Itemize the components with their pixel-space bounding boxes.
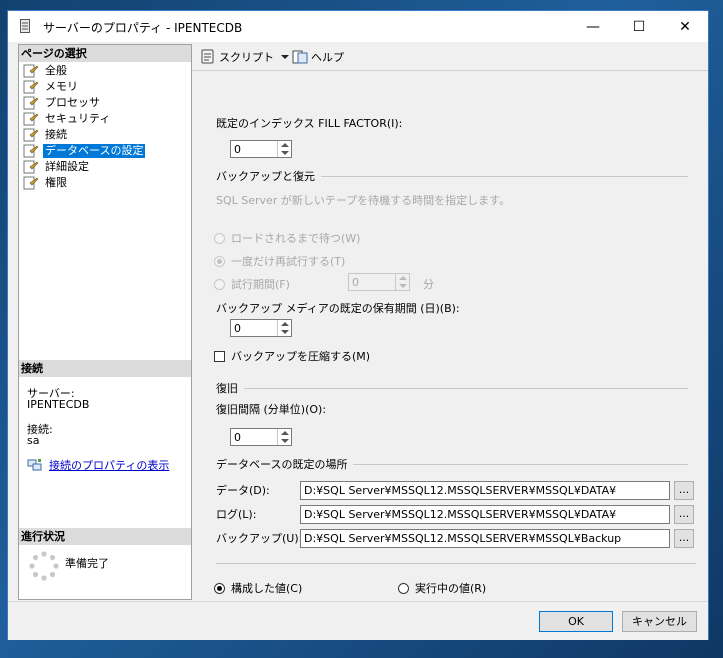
database-settings-panel: 既定のインデックス FILL FACTOR(I): 0 バックアップと復元 SQ…	[192, 71, 708, 600]
maximize-button[interactable]: ☐	[616, 11, 662, 42]
nav-item-processor[interactable]: プロセッサ	[23, 95, 102, 110]
progress-spinner-icon	[29, 551, 59, 581]
radio-retry-once[interactable]: 一度だけ再試行する(T)	[214, 253, 345, 269]
view-connection-properties-link[interactable]: 接続のプロパティの表示	[27, 457, 169, 473]
nav-item-general[interactable]: 全般	[23, 63, 69, 78]
page-wrench-icon	[23, 96, 39, 109]
left-pane: ページの選択 全般 メモリ プロセッサ セキュリティ 接続 データベースの設定 …	[18, 44, 192, 600]
radio-configured-values[interactable]: 構成した値(C)	[214, 580, 302, 596]
trial-period-value: 0	[352, 276, 359, 289]
radio-trial-period-label: 試行期間(F)	[231, 278, 290, 291]
radio-trial-period[interactable]: 試行期間(F)	[214, 276, 290, 292]
help-icon	[292, 50, 308, 64]
title-bar[interactable]: サーバーのプロパティ - IPENTECDB — ☐ ✕	[8, 11, 708, 42]
fill-factor-value: 0	[234, 143, 241, 156]
toolbar: スクリプト ヘルプ	[192, 44, 708, 71]
compress-backup-checkbox[interactable]: バックアップを圧縮する(M)	[214, 348, 370, 364]
dialog-button-bar: OK キャンセル	[8, 601, 708, 640]
nav-item-security[interactable]: セキュリティ	[23, 111, 112, 126]
radio-running-label: 実行中の値(R)	[415, 582, 487, 595]
tape-wait-description: SQL Server が新しいテープを待機する時間を指定します。	[216, 194, 511, 207]
window-title: サーバーのプロパティ - IPENTECDB	[43, 21, 243, 35]
backup-browse-button[interactable]: ...	[674, 529, 694, 548]
page-wrench-icon	[23, 160, 39, 173]
db-locations-group-title: データベースの既定の場所	[216, 456, 688, 472]
page-wrench-icon	[23, 80, 39, 93]
ok-button[interactable]: OK	[539, 611, 613, 632]
nav-item-advanced[interactable]: 詳細設定	[23, 159, 91, 174]
progress-status: 準備完了	[65, 557, 109, 570]
radio-running-values[interactable]: 実行中の値(R)	[398, 580, 486, 596]
log-browse-button[interactable]: ...	[674, 505, 694, 524]
page-wrench-icon	[23, 176, 39, 189]
script-label: スクリプト	[219, 51, 274, 64]
help-button[interactable]: ヘルプ	[292, 49, 344, 65]
radio-configured-label: 構成した値(C)	[231, 582, 303, 595]
recovery-group-title: 復旧	[216, 380, 688, 396]
cancel-button[interactable]: キャンセル	[622, 611, 697, 632]
script-button[interactable]: スクリプト	[200, 49, 290, 65]
recovery-interval-value: 0	[234, 431, 241, 444]
recovery-interval-spinner[interactable]: 0	[230, 428, 292, 446]
backup-restore-title: バックアップと復元	[216, 170, 315, 183]
spinner-arrows[interactable]	[277, 141, 291, 157]
data-location-label: データ(D):	[216, 484, 270, 497]
spinner-arrows[interactable]	[395, 274, 409, 290]
data-browse-button[interactable]: ...	[674, 481, 694, 500]
nav-item-label: セキュリティ	[45, 111, 111, 125]
server-app-icon	[20, 19, 30, 33]
minimize-button[interactable]: —	[570, 11, 616, 42]
progress-header: 進行状況	[19, 528, 191, 545]
fill-factor-label: 既定のインデックス FILL FACTOR(I):	[216, 117, 403, 130]
nav-item-label: 全般	[45, 63, 67, 77]
retention-spinner[interactable]: 0	[230, 319, 292, 337]
nav-item-permissions[interactable]: 権限	[23, 175, 69, 190]
page-select-header: ページの選択	[19, 45, 191, 62]
backup-restore-group-title: バックアップと復元	[216, 168, 688, 184]
radio-wait-until-loaded-label: ロードされるまで待つ(W)	[231, 232, 361, 245]
page-wrench-icon	[23, 128, 39, 141]
nav-item-memory[interactable]: メモリ	[23, 79, 80, 94]
recovery-title: 復旧	[216, 382, 238, 395]
nav-item-label: 詳細設定	[45, 159, 89, 173]
nav-item-connections[interactable]: 接続	[23, 127, 69, 142]
connection-properties-icon	[27, 459, 42, 471]
retention-label: バックアップ メディアの既定の保有期間 (日)(B):	[216, 302, 460, 315]
page-wrench-icon	[23, 112, 39, 125]
fill-factor-spinner[interactable]: 0	[230, 140, 292, 158]
help-label: ヘルプ	[311, 51, 344, 64]
backup-location-input[interactable]: D:¥SQL Server¥MSSQL12.MSSQLSERVER¥MSSQL¥…	[300, 529, 670, 548]
connection-value: sa	[27, 434, 40, 447]
retention-value: 0	[234, 322, 241, 335]
trial-period-unit: 分	[423, 278, 434, 291]
spinner-arrows[interactable]	[277, 320, 291, 336]
page-wrench-icon	[23, 144, 39, 157]
compress-backup-label: バックアップを圧縮する(M)	[231, 350, 371, 363]
trial-period-spinner[interactable]: 0	[348, 273, 410, 291]
nav-item-label: データベースの設定	[43, 143, 146, 158]
dropdown-arrow-icon[interactable]	[280, 52, 290, 62]
page-wrench-icon	[23, 64, 39, 77]
log-location-input[interactable]: D:¥SQL Server¥MSSQL12.MSSQLSERVER¥MSSQL¥…	[300, 505, 670, 524]
server-properties-dialog: サーバーのプロパティ - IPENTECDB — ☐ ✕ ページの選択 全般 メ…	[7, 10, 709, 640]
nav-item-label: 権限	[45, 175, 67, 189]
connection-header: 接続	[19, 360, 191, 377]
backup-location-label: バックアップ(U):	[216, 532, 303, 545]
spinner-arrows[interactable]	[277, 429, 291, 445]
log-location-label: ログ(L):	[216, 508, 257, 521]
close-button[interactable]: ✕	[662, 11, 708, 42]
nav-item-label: メモリ	[45, 79, 78, 93]
connection-link-label: 接続のプロパティの表示	[49, 459, 170, 472]
radio-wait-until-loaded[interactable]: ロードされるまで待つ(W)	[214, 230, 360, 246]
server-value: IPENTECDB	[27, 398, 90, 411]
db-locations-title: データベースの既定の場所	[216, 458, 348, 471]
script-icon	[201, 49, 214, 64]
recovery-interval-label: 復旧間隔 (分単位)(O):	[216, 403, 327, 416]
nav-item-label: 接続	[45, 127, 67, 141]
radio-retry-once-label: 一度だけ再試行する(T)	[231, 255, 346, 268]
separator	[216, 563, 696, 564]
nav-item-database-settings[interactable]: データベースの設定	[23, 143, 146, 158]
nav-item-label: プロセッサ	[45, 95, 100, 109]
data-location-input[interactable]: D:¥SQL Server¥MSSQL12.MSSQLSERVER¥MSSQL¥…	[300, 481, 670, 500]
